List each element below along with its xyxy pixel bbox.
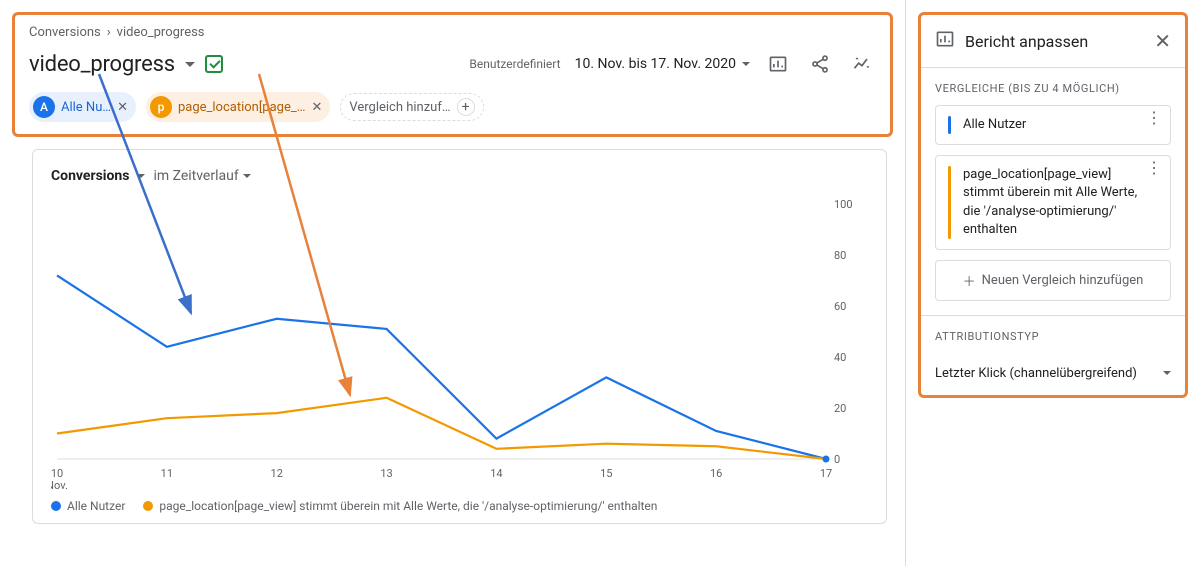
svg-text:Nov.: Nov. (51, 479, 68, 491)
date-range-picker[interactable]: 10. Nov. bis 17. Nov. 2020 (575, 56, 750, 72)
chart-timeframe[interactable]: im Zeitverlauf (153, 168, 250, 184)
svg-text:100: 100 (834, 198, 853, 211)
verified-icon (205, 55, 223, 73)
svg-text:13: 13 (380, 467, 392, 480)
date-range-label: Benutzerdefiniert (469, 57, 560, 71)
insights-icon[interactable] (848, 50, 876, 78)
chevron-right-icon: › (107, 25, 111, 40)
svg-text:40: 40 (834, 351, 846, 364)
close-icon[interactable]: ✕ (311, 100, 322, 115)
breadcrumb: Conversions › video_progress (15, 15, 890, 46)
chevron-down-icon (1163, 371, 1171, 375)
chip-label: page_location[page_… (178, 100, 305, 115)
chip-avatar-a: A (33, 96, 55, 118)
svg-text:17: 17 (820, 467, 832, 480)
plus-icon: + (457, 98, 475, 116)
legend-dot-icon (51, 501, 61, 511)
compare-color-bar (948, 166, 951, 239)
chart-metric[interactable]: Conversions (51, 168, 129, 184)
svg-text:60: 60 (834, 300, 846, 313)
chart-card: Conversions im Zeitverlauf 0 20 40 60 80 100 1… (32, 149, 887, 524)
add-comparison-chip[interactable]: Vergleich hinzuf… + (340, 93, 483, 121)
legend-item-a: Alle Nutzer (51, 499, 125, 513)
svg-text:14: 14 (490, 467, 502, 480)
compare-section-label: VERGLEICHE (BIS ZU 4 MÖGLICH) (935, 82, 1171, 95)
close-icon[interactable]: ✕ (1154, 29, 1171, 53)
svg-text:0: 0 (834, 453, 840, 466)
svg-text:20: 20 (834, 402, 846, 415)
compare-card-b[interactable]: page_location[page_view] stimmt überein … (935, 155, 1171, 250)
svg-text:16: 16 (710, 467, 722, 480)
sidebar-title: Bericht anpassen (965, 32, 1088, 51)
close-icon[interactable]: ✕ (117, 100, 128, 115)
chip-label: Vergleich hinzuf… (349, 100, 450, 115)
comparison-chip-a[interactable]: A Alle Nu… ✕ (29, 92, 136, 122)
customize-icon (935, 29, 955, 53)
legend-item-b: page_location[page_view] stimmt überein … (143, 499, 657, 513)
breadcrumb-current: video_progress (117, 25, 205, 40)
plus-icon: ＋ (963, 271, 976, 290)
customize-icon[interactable] (764, 50, 792, 78)
more-icon[interactable]: ⋮ (1146, 116, 1162, 120)
comparison-chips-row: A Alle Nu… ✕ p page_location[page_… ✕ Ve… (15, 88, 890, 134)
chip-avatar-b: p (150, 96, 172, 118)
chevron-down-icon[interactable] (137, 174, 145, 178)
title-dropdown-caret[interactable] (185, 62, 195, 67)
add-comparison-button[interactable]: ＋ Neuen Vergleich hinzufügen (935, 260, 1171, 301)
comparison-chip-b[interactable]: p page_location[page_… ✕ (146, 92, 330, 122)
chip-label: Alle Nu… (61, 100, 111, 115)
svg-text:15: 15 (600, 467, 612, 480)
sidebar-highlight-box: Bericht anpassen ✕ VERGLEICHE (BIS ZU 4 … (918, 12, 1188, 398)
compare-color-bar (948, 116, 951, 134)
svg-text:12: 12 (271, 467, 283, 480)
breadcrumb-root[interactable]: Conversions (29, 25, 101, 40)
header-highlight-box: Conversions › video_progress video_progr… (12, 12, 893, 137)
attribution-section-label: ATTRIBUTIONSTYP (935, 330, 1171, 343)
page-title: video_progress (29, 52, 175, 77)
svg-text:11: 11 (161, 467, 173, 480)
chevron-down-icon (742, 62, 750, 66)
line-chart: 0204060801001011121314151617Nov. (51, 196, 868, 491)
more-icon[interactable]: ⋮ (1146, 166, 1162, 170)
attribution-dropdown[interactable]: Letzter Klick (channelübergreifend) (921, 357, 1185, 395)
legend-dot-icon (143, 501, 153, 511)
chevron-down-icon (243, 174, 251, 178)
compare-card-a[interactable]: Alle Nutzer ⋮ (935, 105, 1171, 145)
share-icon[interactable] (806, 50, 834, 78)
svg-text:80: 80 (834, 249, 846, 262)
